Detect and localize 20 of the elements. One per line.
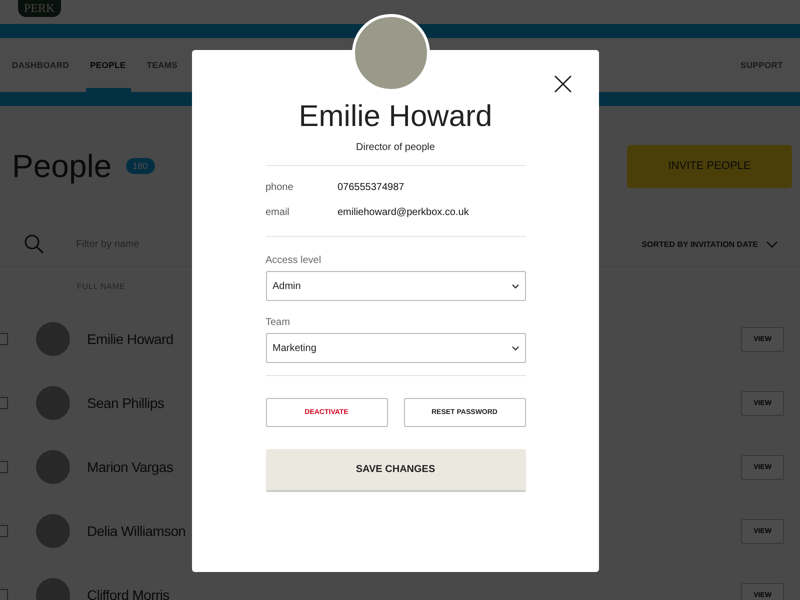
detail-label: phone: [266, 182, 294, 193]
person-name: Sean Phillips: [87, 395, 164, 411]
close-icon[interactable]: [554, 75, 572, 93]
select-field[interactable]: Marketing: [266, 333, 526, 363]
detail-value: emiliehoward@perkbox.co.uk: [338, 207, 469, 218]
detail-label: email: [266, 207, 290, 218]
detail-value: 076555374987: [338, 182, 404, 193]
person-name: Emilie Howard: [298, 100, 492, 134]
person-role: Director of people: [356, 142, 435, 153]
person-name: Marion Vargas: [87, 459, 174, 475]
person-name: Emilie Howard: [87, 331, 174, 347]
chevron-icon: [512, 346, 518, 350]
person-name: Delia Williamson: [87, 523, 186, 539]
field-label: Team: [266, 317, 291, 328]
field-label: Access level: [266, 255, 322, 266]
page-title: People: [12, 148, 112, 184]
select-field[interactable]: Admin: [266, 271, 526, 301]
save-changes-button[interactable]: SAVE CHANGES: [266, 449, 526, 492]
chevron-icon: [512, 284, 518, 288]
person-name: Clifford Morris: [87, 587, 170, 600]
